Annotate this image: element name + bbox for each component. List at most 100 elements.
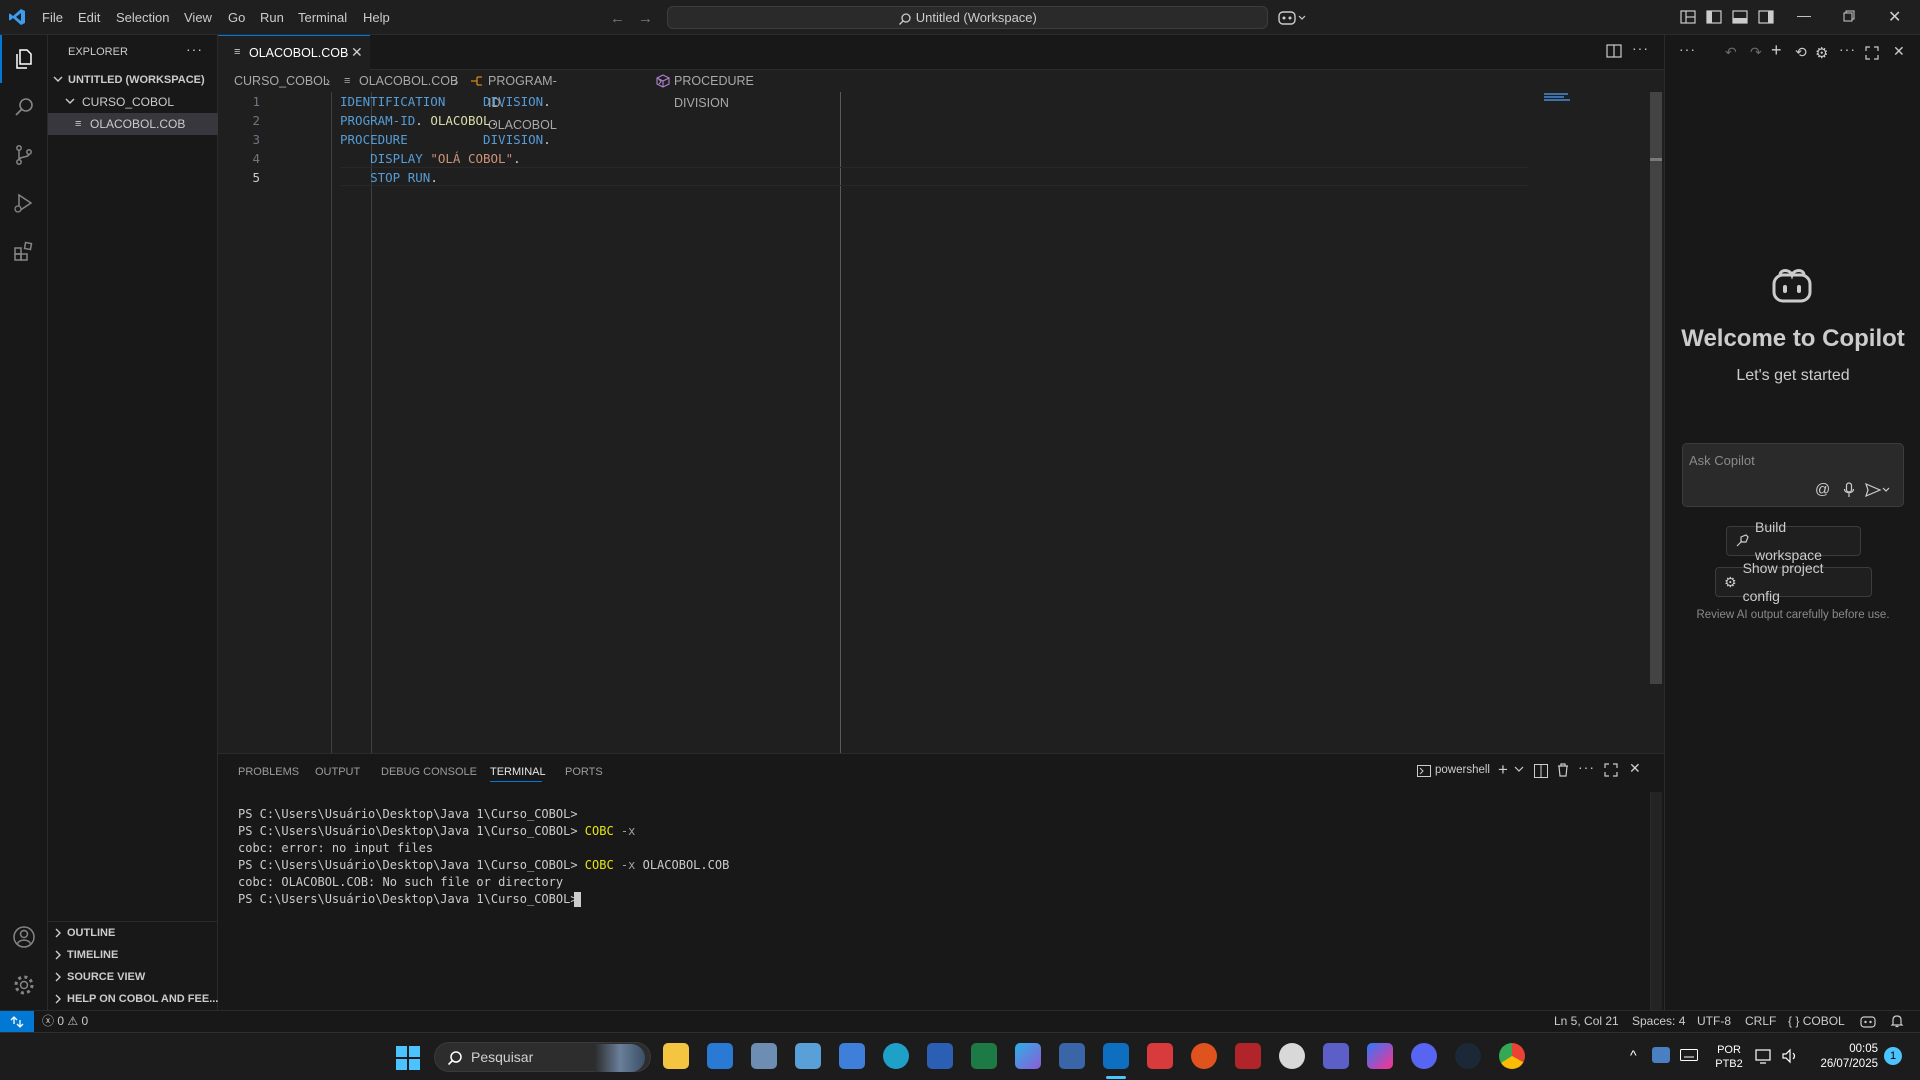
chevron-down-icon[interactable] [1514,763,1524,775]
snipping-tool-icon[interactable] [1147,1043,1173,1069]
tab-output[interactable]: OUTPUT [315,754,360,790]
notepad-icon[interactable] [839,1043,865,1069]
breadcrumb-file[interactable]: OLACOBOL.COB [359,70,458,92]
remote-indicator[interactable] [0,1011,34,1032]
cursor-position[interactable]: Ln 5, Col 21 [1554,1011,1619,1033]
toggle-secondary-sidebar-icon[interactable] [1758,10,1774,24]
encoding[interactable]: UTF-8 [1697,1011,1731,1033]
microphone-icon[interactable] [1843,482,1855,498]
presentation-icon[interactable] [1235,1043,1261,1069]
tray-app-icon[interactable] [1652,1047,1670,1063]
terminal-scrollbar[interactable] [1650,792,1662,1011]
copilot-icon[interactable] [1278,9,1306,27]
menu-terminal[interactable]: Terminal [298,0,347,35]
discord-icon[interactable] [1411,1043,1437,1069]
close-window-icon[interactable]: ✕ [1888,7,1901,27]
build-workspace-button[interactable]: Build workspace [1726,519,1861,563]
undo-icon[interactable]: ↶ [1725,44,1737,61]
photos-icon[interactable] [751,1043,777,1069]
trash-icon[interactable] [1557,763,1569,777]
clock[interactable]: 00:05 26/07/2025 [1806,1042,1878,1072]
tab-olacobol[interactable]: ≡ OLACOBOL.COB ✕ [218,35,370,70]
word-icon[interactable] [927,1043,953,1069]
end-of-line[interactable]: CRLF [1745,1011,1776,1033]
mention-icon[interactable]: @ [1815,481,1830,498]
menu-file[interactable]: File [42,0,63,35]
back-arrow-icon[interactable]: ← [610,10,625,27]
remote-desktop-icon[interactable] [795,1043,821,1069]
menu-selection[interactable]: Selection [116,0,169,35]
code-line[interactable]: PROCEDURE DIVISION. [340,130,551,149]
chrome-icon[interactable] [1499,1043,1525,1069]
close-copilot-icon[interactable]: ✕ [1893,43,1905,60]
menu-help[interactable]: Help [363,0,390,35]
sql-icon[interactable] [1059,1043,1085,1069]
restore-icon[interactable] [1843,10,1855,22]
copilot-options-icon[interactable]: ··· [1839,41,1856,57]
microsoft-store-icon[interactable] [707,1043,733,1069]
editor-scrollbar[interactable] [1650,92,1662,684]
tab-debug-console[interactable]: DEBUG CONSOLE [381,754,477,790]
input-language[interactable]: POR PTB2 [1714,1043,1744,1071]
bell-icon[interactable] [1890,1014,1904,1028]
split-editor-icon[interactable] [1606,44,1622,58]
teams-icon[interactable] [1323,1043,1349,1069]
timeline-section[interactable]: TIMELINE [48,944,218,966]
code-line[interactable]: DISPLAY "OLÁ COBOL". [340,149,521,168]
settings-gear-icon[interactable] [0,961,48,1009]
clock-app-icon[interactable] [1279,1043,1305,1069]
new-terminal-icon[interactable]: + [1498,760,1508,780]
send-icon[interactable] [1865,483,1891,497]
maximize-panel-icon[interactable] [1604,763,1618,777]
taskbar-search[interactable]: Pesquisar [434,1042,651,1072]
shell-name[interactable]: powershell [1435,764,1490,776]
network-icon[interactable] [1755,1048,1773,1064]
file-row[interactable]: ≡ OLACOBOL.COB [48,113,218,135]
panel-more-icon[interactable]: ··· [1578,759,1595,775]
code-line[interactable]: PROGRAM-ID. OLACOBOL. [340,111,498,130]
more-actions-icon[interactable]: ··· [186,41,203,57]
ask-copilot-input[interactable]: Ask Copilot @ [1682,443,1904,507]
redo-icon[interactable]: ↷ [1750,44,1762,61]
close-tab-icon[interactable]: ✕ [351,44,363,61]
notification-badge[interactable]: 1 [1884,1047,1902,1065]
copilot-status-icon[interactable] [1860,1014,1876,1028]
editor-more-icon[interactable]: ··· [1632,40,1649,56]
maximize-icon[interactable] [1865,46,1879,60]
search-icon[interactable] [0,83,48,131]
edge-icon[interactable] [883,1043,909,1069]
breadcrumb-folder[interactable]: CURSO_COBOL [234,70,330,92]
workspace-header[interactable]: UNTITLED (WORKSPACE) [48,69,218,91]
toggle-primary-sidebar-icon[interactable] [1706,10,1722,24]
vscode-taskbar-icon[interactable] [1103,1043,1129,1069]
folder-row[interactable]: CURSO_COBOL [48,91,218,113]
source-control-icon[interactable] [0,131,48,179]
history-icon[interactable]: ⟲ [1795,44,1807,61]
settings-gear-icon[interactable]: ⚙ [1815,44,1828,62]
file-explorer-icon[interactable] [663,1043,689,1069]
tab-ports[interactable]: PORTS [565,754,603,790]
source-view-section[interactable]: SOURCE VIEW [48,966,218,988]
customize-layout-icon[interactable] [1680,10,1696,24]
language-mode[interactable]: { } COBOL [1788,1011,1845,1033]
excel-icon[interactable] [971,1043,997,1069]
intellij-icon[interactable] [1367,1043,1393,1069]
keyboard-icon[interactable] [1680,1049,1698,1061]
code-line[interactable]: STOP RUN. [340,168,438,187]
microphone-app-icon[interactable] [1191,1043,1217,1069]
minimap[interactable] [1544,92,1572,104]
split-terminal-icon[interactable] [1534,764,1548,778]
explorer-icon[interactable] [0,35,48,83]
steam-icon[interactable] [1455,1043,1481,1069]
outline-section[interactable]: OUTLINE [48,922,218,944]
help-cobol-section[interactable]: HELP ON COBOL AND FEE... [48,988,218,1010]
breadcrumb-procedure[interactable]: PROCEDURE DIVISION [674,70,754,114]
chevron-up-icon[interactable]: ^ [1630,1047,1637,1063]
show-project-config-button[interactable]: ⚙ Show project config [1715,560,1872,604]
code-line[interactable]: IDENTIFICATION DIVISION. [340,92,551,111]
tab-terminal[interactable]: TERMINAL [490,754,546,790]
tab-problems[interactable]: PROBLEMS [238,754,299,790]
menu-go[interactable]: Go [228,0,245,35]
problems-status[interactable]: ⓧ 0 ⚠ 0 [42,1011,88,1033]
menu-run[interactable]: Run [260,0,284,35]
